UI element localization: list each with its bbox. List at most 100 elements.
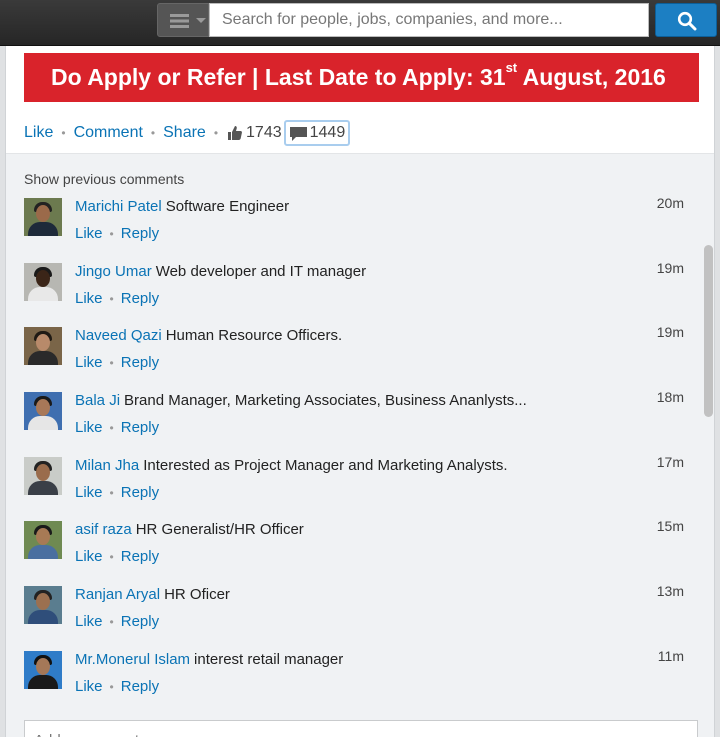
comment-like-link[interactable]: Like — [75, 678, 103, 695]
thumbs-up-icon — [228, 126, 242, 140]
comment-reply-link[interactable]: Reply — [121, 548, 159, 565]
avatar[interactable] — [24, 198, 62, 236]
commenter-name[interactable]: Marichi Patel — [75, 198, 162, 215]
comment-timestamp: 19m — [656, 260, 684, 276]
comment-line: Bala Ji Brand Manager, Marketing Associat… — [75, 392, 527, 409]
comment-text: Interested as Project Manager and Market… — [143, 457, 508, 474]
top-navigation-bar — [0, 0, 720, 46]
comment-reply-link[interactable]: Reply — [121, 354, 159, 371]
commenter-name[interactable]: Milan Jha — [75, 457, 139, 474]
comment-item: Bala Ji Brand Manager, Marketing Associat… — [24, 389, 684, 452]
comment-like-link[interactable]: Like — [75, 419, 103, 436]
separator-dot: • — [109, 227, 114, 241]
separator-dot: • — [109, 615, 114, 629]
separator-dot: • — [150, 126, 156, 140]
comment-text: Software Engineer — [165, 198, 290, 215]
separator-dot: • — [109, 292, 114, 306]
comment-reply-link[interactable]: Reply — [121, 419, 159, 436]
separator-dot: • — [213, 126, 219, 140]
comment-timestamp: 11m — [657, 648, 684, 664]
search-button[interactable] — [655, 3, 717, 37]
comment-reply-link[interactable]: Reply — [121, 225, 159, 242]
like-count[interactable]: 1743 — [226, 124, 282, 142]
comment-link[interactable]: Comment — [74, 124, 143, 142]
post-actions: Like • Comment • Share • 1743 1449 — [24, 118, 351, 148]
post-card: Do Apply or Refer | Last Date to Apply: … — [5, 46, 715, 737]
comment-actions: Like • Reply — [75, 548, 159, 565]
comment-text: HR Generalist/HR Officer — [135, 521, 304, 538]
comment-timestamp: 17m — [656, 454, 684, 470]
avatar[interactable] — [24, 392, 62, 430]
separator-dot: • — [109, 680, 114, 694]
commenter-name[interactable]: Ranjan Aryal — [75, 586, 160, 603]
show-previous-comments-link[interactable]: Show previous comments — [24, 171, 184, 187]
comment-line: Mr.Monerul Islam interest retail manager — [75, 651, 343, 668]
comment-like-link[interactable]: Like — [75, 484, 103, 501]
banner-ordinal: st — [505, 60, 518, 75]
comment-text: interest retail manager — [194, 651, 344, 668]
comment-like-link[interactable]: Like — [75, 613, 103, 630]
comment-reply-link[interactable]: Reply — [121, 290, 159, 307]
comment-line: Jingo Umar Web developer and IT manager — [75, 263, 366, 280]
comment-item: asif raza HR Generalist/HR Officer 15m Li… — [24, 518, 684, 581]
comment-like-link[interactable]: Like — [75, 548, 103, 565]
comment-item: Mr.Monerul Islam interest retail manager … — [24, 648, 684, 711]
comment-actions: Like • Reply — [75, 678, 159, 695]
search-icon — [677, 11, 697, 31]
commenter-name[interactable]: Bala Ji — [75, 392, 120, 409]
comment-timestamp: 18m — [656, 389, 684, 405]
commenter-name[interactable]: asif raza — [75, 521, 132, 538]
comment-reply-link[interactable]: Reply — [121, 613, 159, 630]
comment-timestamp: 20m — [656, 195, 684, 211]
comment-like-link[interactable]: Like — [75, 225, 103, 242]
comment-reply-link[interactable]: Reply — [121, 678, 159, 695]
comments-scrollbar[interactable] — [704, 199, 713, 737]
share-link[interactable]: Share — [163, 124, 206, 142]
comment-item: Ranjan Aryal HR Oficer 13m Like • Reply — [24, 583, 684, 646]
comment-item: Naveed Qazi Human Resource Officers. 19m … — [24, 324, 684, 387]
comment-actions: Like • Reply — [75, 419, 159, 436]
search-input[interactable] — [209, 3, 649, 37]
comment-count[interactable]: 1449 — [283, 120, 351, 146]
separator-dot: • — [109, 550, 114, 564]
comment-timestamp: 15m — [656, 518, 684, 534]
comment-actions: Like • Reply — [75, 484, 159, 501]
comment-actions: Like • Reply — [75, 613, 159, 630]
separator-dot: • — [109, 356, 114, 370]
post-banner-image[interactable]: Do Apply or Refer | Last Date to Apply: … — [24, 53, 699, 102]
comment-actions: Like • Reply — [75, 354, 159, 371]
banner-month-year: August, 2016 — [517, 64, 666, 90]
avatar[interactable] — [24, 263, 62, 301]
comment-timestamp: 13m — [656, 583, 684, 599]
separator-dot: • — [109, 421, 114, 435]
comment-text: Web developer and IT manager — [155, 263, 367, 280]
separator-dot: • — [109, 486, 114, 500]
comment-line: asif raza HR Generalist/HR Officer — [75, 521, 304, 538]
comment-count-value: 1449 — [309, 124, 346, 141]
comment-actions: Like • Reply — [75, 290, 159, 307]
commenter-name[interactable]: Mr.Monerul Islam — [75, 651, 190, 668]
avatar[interactable] — [24, 327, 62, 365]
comment-line: Naveed Qazi Human Resource Officers. — [75, 327, 342, 344]
scrollbar-thumb[interactable] — [704, 245, 713, 417]
menu-button[interactable] — [157, 3, 209, 37]
speech-bubble-icon — [289, 126, 307, 141]
like-count-value: 1743 — [246, 124, 282, 141]
comment-item: Milan Jha Interested as Project Manager a… — [24, 454, 684, 517]
comment-line: Milan Jha Interested as Project Manager a… — [75, 457, 508, 474]
like-link[interactable]: Like — [24, 124, 53, 142]
comment-timestamp: 19m — [656, 324, 684, 340]
comment-like-link[interactable]: Like — [75, 354, 103, 371]
add-comment-input[interactable] — [24, 720, 698, 737]
avatar[interactable] — [24, 586, 62, 624]
comment-text: Brand Manager, Marketing Associates, Bus… — [124, 392, 527, 409]
comment-reply-link[interactable]: Reply — [121, 484, 159, 501]
avatar[interactable] — [24, 457, 62, 495]
avatar[interactable] — [24, 651, 62, 689]
commenter-name[interactable]: Naveed Qazi — [75, 327, 162, 344]
separator-dot: • — [61, 126, 66, 140]
commenter-name[interactable]: Jingo Umar — [75, 263, 152, 280]
comment-item: Jingo Umar Web developer and IT manager 1… — [24, 260, 684, 323]
comment-like-link[interactable]: Like — [75, 290, 103, 307]
avatar[interactable] — [24, 521, 62, 559]
